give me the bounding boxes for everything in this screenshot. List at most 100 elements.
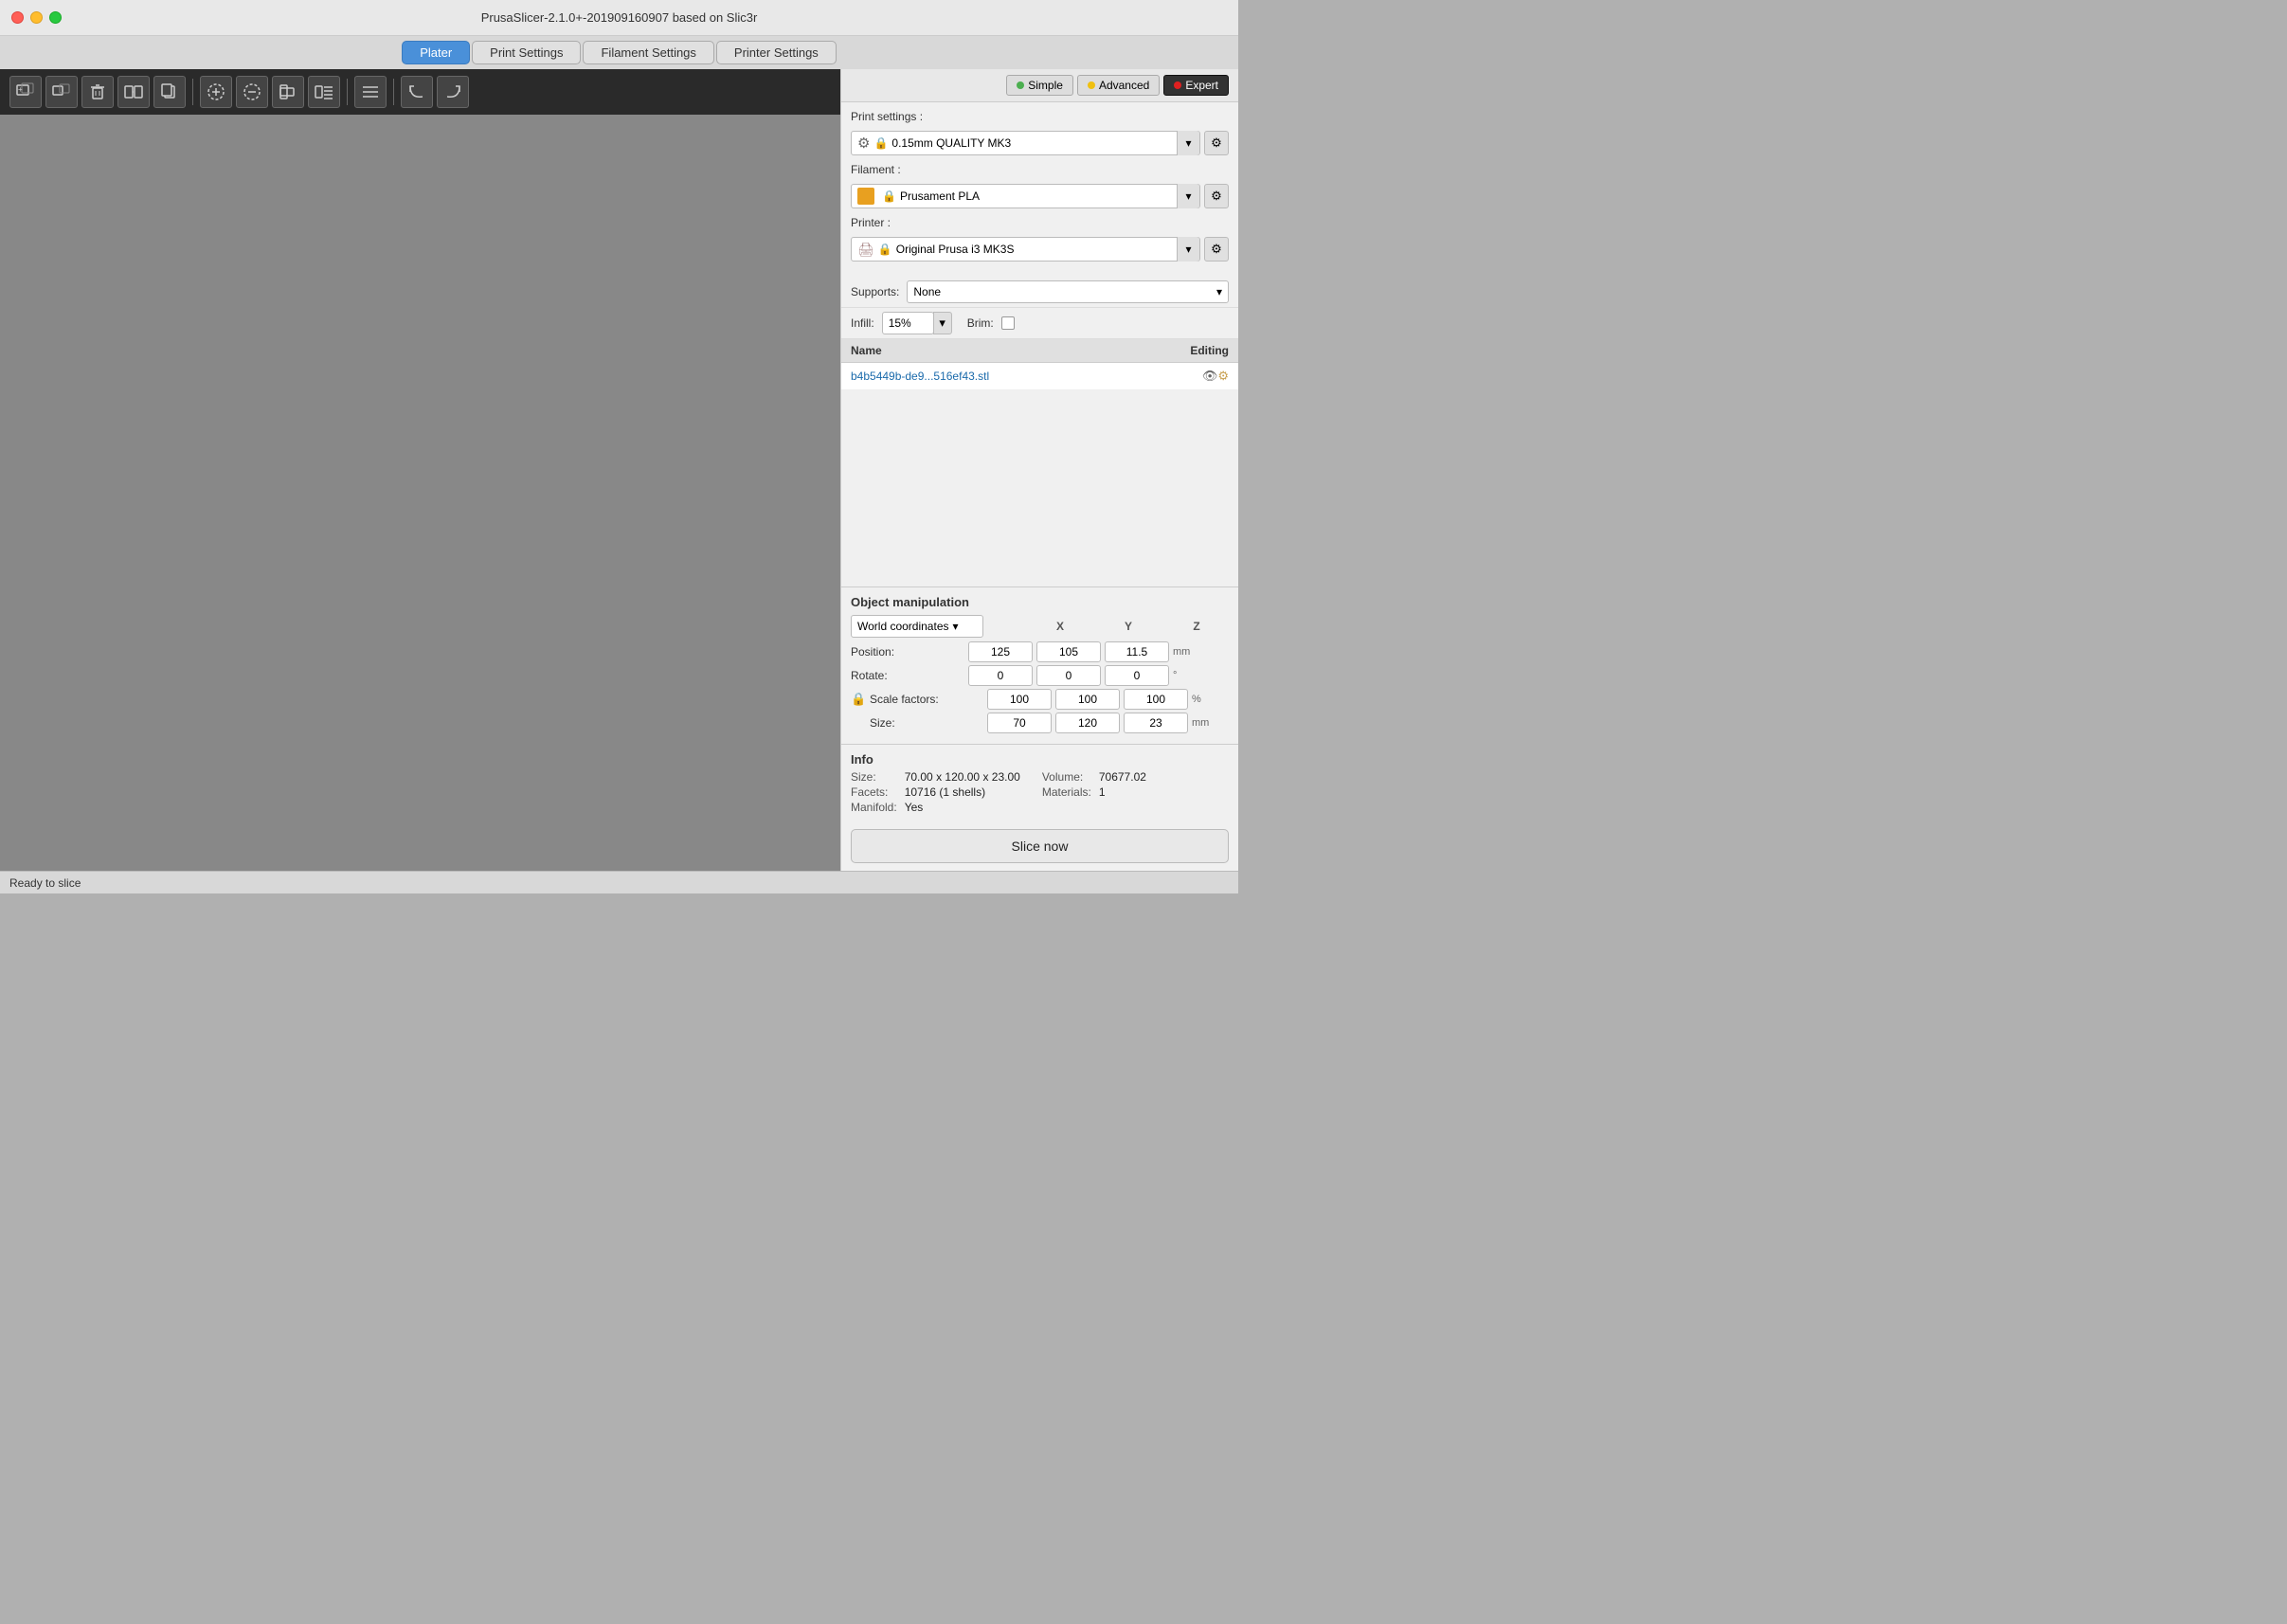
rotate-z-input[interactable]: 0 [1105,665,1169,686]
printer-dropdown[interactable]: 🖨 🔒 Original Prusa i3 MK3S ▾ [851,237,1200,262]
object-row[interactable]: b4b5449b-de9...516ef43.stl 👁 ⚙ [841,363,1238,390]
add-part-button[interactable] [45,76,78,108]
scale-row: 🔒 Scale factors: 100 100 100 % [851,689,1229,710]
info-grid: Size: 70.00 x 120.00 x 23.00 Volume: 706… [851,770,1229,814]
tab-printer-settings[interactable]: Printer Settings [716,41,837,64]
size-unit: mm [1192,717,1211,729]
minimize-button[interactable] [30,11,43,24]
rotate-label: Rotate: [851,669,964,682]
app-title: PrusaSlicer-2.1.0+-201909160907 based on… [481,10,758,25]
infill-value: 15% [889,316,911,330]
size-info-val: 70.00 x 120.00 x 23.00 [905,770,1035,784]
tab-plater[interactable]: Plater [402,41,470,64]
scale-unit: % [1192,694,1211,705]
scale-z-input[interactable]: 100 [1124,689,1188,710]
redo-button[interactable] [437,76,469,108]
supports-dropdown[interactable]: None ▾ [907,280,1229,303]
slice-now-button[interactable]: Slice now [851,829,1229,863]
printer-arrow[interactable]: ▾ [1177,237,1199,262]
coord-system-dropdown[interactable]: World coordinates ▾ [851,615,983,638]
manifold-info-key: Manifold: [851,801,897,814]
svg-text:+: + [18,85,23,94]
layers-button[interactable] [308,76,340,108]
split-button[interactable] [117,76,150,108]
position-z-input[interactable]: 11.5 [1105,641,1169,662]
undo-button[interactable] [401,76,433,108]
main-area: + [0,69,1238,871]
scale-y-input[interactable]: 100 [1055,689,1120,710]
object-name: b4b5449b-de9...516ef43.stl [851,370,1197,383]
print-settings-arrow[interactable]: ▾ [1177,131,1199,155]
object-visibility-toggle[interactable]: 👁 [1202,369,1218,384]
filament-label: Filament : [851,163,927,176]
mode-simple[interactable]: Simple [1006,75,1073,96]
supports-arrow[interactable]: ▾ [1216,285,1222,298]
coord-system-row: World coordinates ▾ X Y Z [851,615,1229,638]
object-edit-icon[interactable]: ⚙ [1217,369,1229,384]
traffic-lights [11,11,62,24]
mode-advanced[interactable]: Advanced [1077,75,1160,96]
facets-info-val: 10716 (1 shells) [905,785,1035,799]
size-info-key: Size: [851,770,897,784]
status-bar: Ready to slice [0,871,1238,893]
print-settings-value: 0.15mm QUALITY MK3 [891,136,1173,150]
tab-print-settings[interactable]: Print Settings [472,41,581,64]
status-text: Ready to slice [9,876,81,890]
scale-lock-icon[interactable]: 🔒 [851,692,866,707]
mode-advanced-label: Advanced [1099,79,1149,92]
print-settings-row: Print settings : [851,110,1229,123]
printer-value: Original Prusa i3 MK3S [896,243,1173,256]
size-y-input[interactable]: 120 [1055,713,1120,733]
supports-value: None [913,285,1216,298]
filament-dropdown[interactable]: 🔒 Prusament PLA ▾ [851,184,1200,208]
rotate-x-input[interactable]: 0 [968,665,1033,686]
maximize-button[interactable] [49,11,62,24]
coord-system-value: World coordinates [857,620,949,633]
size-x-input[interactable]: 70 [987,713,1052,733]
delete-button[interactable] [81,76,114,108]
print-settings-gear[interactable]: ⚙ [1204,131,1229,155]
filament-gear[interactable]: ⚙ [1204,184,1229,208]
rotate-row: Rotate: 0 0 0 ° [851,665,1229,686]
add-object-button[interactable]: + [9,76,42,108]
align-left-button[interactable] [272,76,304,108]
rotate-y-input[interactable]: 0 [1036,665,1101,686]
close-button[interactable] [11,11,24,24]
scale-x-input[interactable]: 100 [987,689,1052,710]
position-label: Position: [851,645,964,659]
mode-selector: Simple Advanced Expert [841,69,1238,102]
infill-input[interactable]: 15% [882,312,934,334]
position-x-input[interactable]: 125 [968,641,1033,662]
filament-arrow[interactable]: ▾ [1177,184,1199,208]
brim-checkbox[interactable] [1001,316,1015,330]
object-manipulation: Object manipulation World coordinates ▾ … [841,586,1238,744]
infill-dropdown-arrow[interactable]: ▾ [933,312,952,334]
print-settings-dropdown-row: ⚙ 🔒 0.15mm QUALITY MK3 ▾ ⚙ [851,131,1229,155]
tab-filament-settings[interactable]: Filament Settings [583,41,713,64]
copy-button[interactable] [153,76,186,108]
print-settings-dropdown[interactable]: ⚙ 🔒 0.15mm QUALITY MK3 ▾ [851,131,1200,155]
materials-info-key: Materials: [1042,785,1091,799]
add-circle-button[interactable] [200,76,232,108]
size-label: Size: [870,716,983,730]
z-axis-label: Z [1164,620,1229,633]
printer-dropdown-row: 🖨 🔒 Original Prusa i3 MK3S ▾ ⚙ [851,237,1229,262]
coord-system-arrow[interactable]: ▾ [953,620,959,633]
filament-value: Prusament PLA [900,189,1173,203]
scale-label: Scale factors: [870,693,983,706]
subtract-button[interactable] [236,76,268,108]
position-row: Position: 125 105 11.5 mm [851,641,1229,662]
printer-gear[interactable]: ⚙ [1204,237,1229,262]
y-axis-label: Y [1096,620,1161,633]
volume-info-val: 70677.02 [1099,770,1229,784]
titlebar: PrusaSlicer-2.1.0+-201909160907 based on… [0,0,1238,36]
size-row: Size: 70 120 23 mm [851,713,1229,733]
size-z-input[interactable]: 23 [1124,713,1188,733]
x-axis-label: X [1028,620,1092,633]
object-list-header: Name Editing [841,339,1238,363]
mode-expert[interactable]: Expert [1163,75,1229,96]
info-section: Info Size: 70.00 x 120.00 x 23.00 Volume… [841,744,1238,821]
export-layers-button[interactable] [354,76,387,108]
position-y-input[interactable]: 105 [1036,641,1101,662]
infill-label: Infill: [851,316,874,330]
